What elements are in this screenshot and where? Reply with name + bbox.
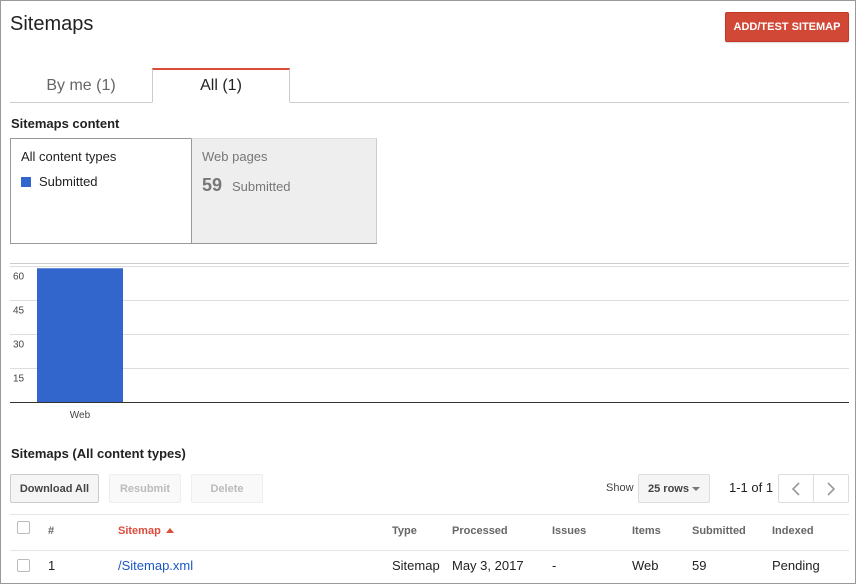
card-bottom-border xyxy=(10,243,377,244)
y-tick-label: 60 xyxy=(13,272,25,283)
row-checkbox[interactable] xyxy=(17,559,30,572)
add-test-sitemap-button[interactable]: ADD/TEST SITEMAP xyxy=(725,12,849,42)
row-indexed: Pending xyxy=(772,558,820,573)
legend-swatch-submitted xyxy=(21,177,31,187)
row-submitted: 59 xyxy=(692,558,707,573)
page-range: 1-1 of 1 xyxy=(729,480,774,495)
show-label: Show xyxy=(606,482,634,494)
page-title: Sitemaps xyxy=(10,13,94,35)
column-header-submitted[interactable]: Submitted xyxy=(692,525,746,537)
next-page-button[interactable] xyxy=(813,474,849,503)
column-header-sitemap[interactable]: Sitemap xyxy=(118,525,174,537)
sort-ascending-icon xyxy=(165,527,174,533)
column-header-issues[interactable]: Issues xyxy=(552,525,586,537)
legend-label-submitted: Submitted xyxy=(39,174,98,189)
row-items: Web xyxy=(632,558,659,573)
row-type: Sitemap xyxy=(392,558,440,573)
card-web-label: Submitted xyxy=(232,179,291,194)
card-web-count: 59 xyxy=(202,175,223,195)
card-all-content-types[interactable]: All content types Submitted xyxy=(10,138,192,244)
row-processed: May 3, 2017 xyxy=(452,558,524,573)
rows-per-page-value: 25 rows xyxy=(648,482,689,495)
column-header-type[interactable]: Type xyxy=(392,525,417,537)
card-web-pages[interactable]: Web pages 59 Submitted xyxy=(191,138,377,244)
resubmit-button[interactable]: Resubmit xyxy=(109,474,181,503)
chevron-right-icon xyxy=(827,481,836,496)
sitemap-link[interactable]: /Sitemap.xml xyxy=(118,558,193,573)
y-tick-label: 15 xyxy=(13,374,25,385)
sitemaps-content-heading: Sitemaps content xyxy=(11,116,120,131)
submitted-bar-chart: 15 30 45 60 Web xyxy=(10,263,849,421)
select-all-checkbox[interactable] xyxy=(17,521,30,534)
sitemaps-page: Sitemaps ADD/TEST SITEMAP By me (1) All … xyxy=(0,0,856,584)
column-header-items[interactable]: Items xyxy=(632,525,661,537)
row-number: 1 xyxy=(48,558,56,573)
rows-per-page-select[interactable]: 25 rows xyxy=(638,474,710,503)
table-header-top-border xyxy=(10,514,849,515)
x-category-label: Web xyxy=(70,410,91,421)
delete-button[interactable]: Delete xyxy=(191,474,263,503)
y-tick-label: 30 xyxy=(13,340,25,351)
sitemaps-table-heading: Sitemaps (All content types) xyxy=(11,446,186,461)
table-header-bottom-border xyxy=(10,550,849,551)
card-all-title: All content types xyxy=(21,149,117,164)
previous-page-button[interactable] xyxy=(778,474,814,503)
chevron-left-icon xyxy=(791,481,800,496)
column-header-processed[interactable]: Processed xyxy=(452,525,508,537)
download-all-button[interactable]: Download All xyxy=(10,474,99,503)
column-header-sitemap-label: Sitemap xyxy=(118,525,161,537)
bar-web xyxy=(37,268,123,402)
tab-by-me[interactable]: By me (1) xyxy=(10,68,152,103)
tab-all[interactable]: All (1) xyxy=(152,68,290,103)
row-issues: - xyxy=(552,558,557,573)
column-header-indexed[interactable]: Indexed xyxy=(772,525,814,537)
y-tick-label: 45 xyxy=(13,306,25,317)
chevron-down-icon xyxy=(692,487,700,491)
column-header-number: # xyxy=(48,525,55,537)
card-web-title: Web pages xyxy=(202,149,268,164)
